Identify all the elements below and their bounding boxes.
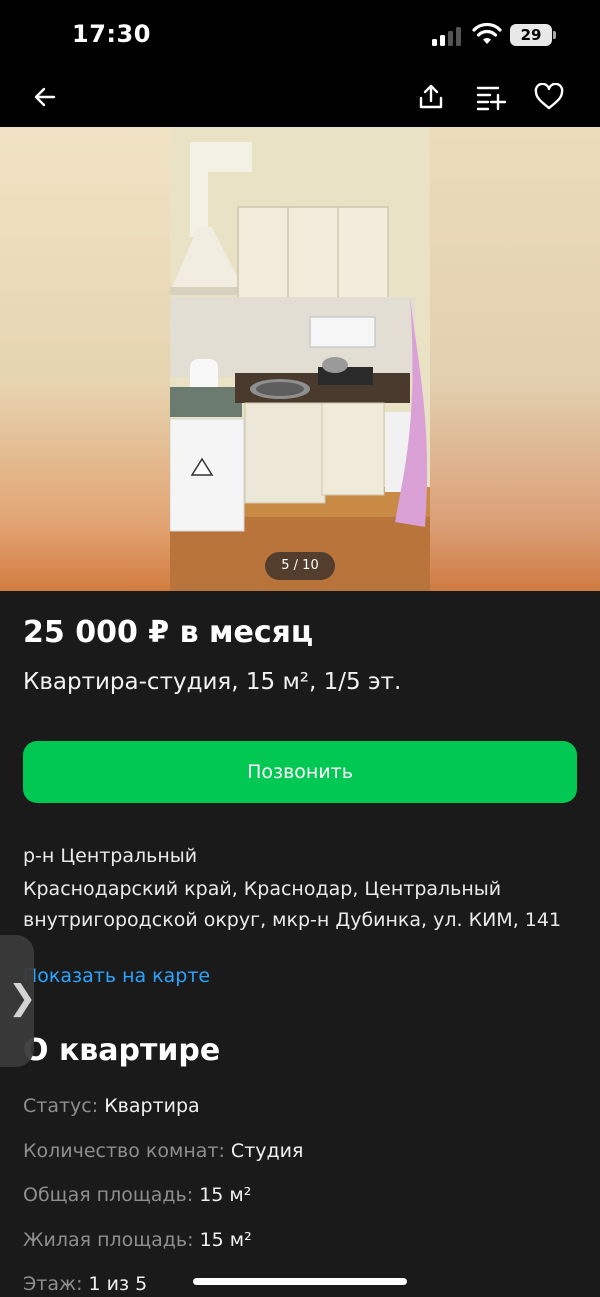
photo-gallery[interactable]: 5 / 10 [0, 127, 600, 591]
property-row: Этаж: 1 из 5 [23, 1273, 147, 1295]
property-value: Студия [230, 1140, 304, 1162]
property-value: 15 м² [199, 1184, 252, 1206]
battery-tip [553, 31, 556, 39]
property-value: 15 м² [199, 1229, 252, 1251]
call-button[interactable]: Позвонить [23, 741, 577, 803]
signal-icon [432, 26, 464, 46]
property-value: 1 из 5 [88, 1273, 148, 1295]
property-key: Жилая площадь: [23, 1229, 194, 1251]
property-key: Этаж: [23, 1273, 83, 1295]
arrow-left-icon[interactable] [28, 80, 62, 114]
battery-indicator: 29 [510, 24, 552, 46]
status-bar: 17:30 29 [0, 0, 600, 70]
side-drawer-handle[interactable]: ❯ [0, 935, 37, 1067]
district: р-н Центральный [23, 845, 198, 867]
show-on-map-link[interactable]: Показать на карте [23, 965, 210, 987]
property-row: Количество комнат: Студия [23, 1140, 303, 1162]
photo-counter: 5 / 10 [265, 552, 335, 580]
property-row: Общая площадь: 15 м² [23, 1184, 251, 1206]
gallery-blur-left [0, 127, 170, 591]
listing-subtitle: Квартира-студия, 15 м², 1/5 эт. [23, 669, 402, 695]
property-key: Количество комнат: [23, 1140, 225, 1162]
compare-list-icon[interactable] [474, 80, 508, 114]
property-row: Статус: Квартира [23, 1095, 200, 1117]
property-row: Жилая площадь: 15 м² [23, 1229, 252, 1251]
heart-icon[interactable] [532, 80, 566, 114]
kitchen-photo [170, 127, 430, 591]
chevron-right-icon: ❯ [8, 978, 37, 1018]
wifi-icon [472, 22, 502, 44]
status-time: 17:30 [72, 20, 151, 48]
property-key: Статус: [23, 1095, 99, 1117]
address: Краснодарский край, Краснодар, Центральн… [23, 878, 562, 931]
share-icon[interactable] [414, 80, 448, 114]
price: 25 000 ₽ в месяц [23, 615, 314, 650]
listing-content: 25 000 ₽ в месяц Квартира-студия, 15 м²,… [0, 591, 600, 1297]
home-indicator[interactable] [193, 1278, 407, 1285]
property-value: Квартира [104, 1095, 200, 1117]
gallery-blur-right [430, 127, 600, 591]
top-bar [0, 70, 600, 127]
about-section-title: О квартире [23, 1033, 221, 1068]
property-key: Общая площадь: [23, 1184, 194, 1206]
